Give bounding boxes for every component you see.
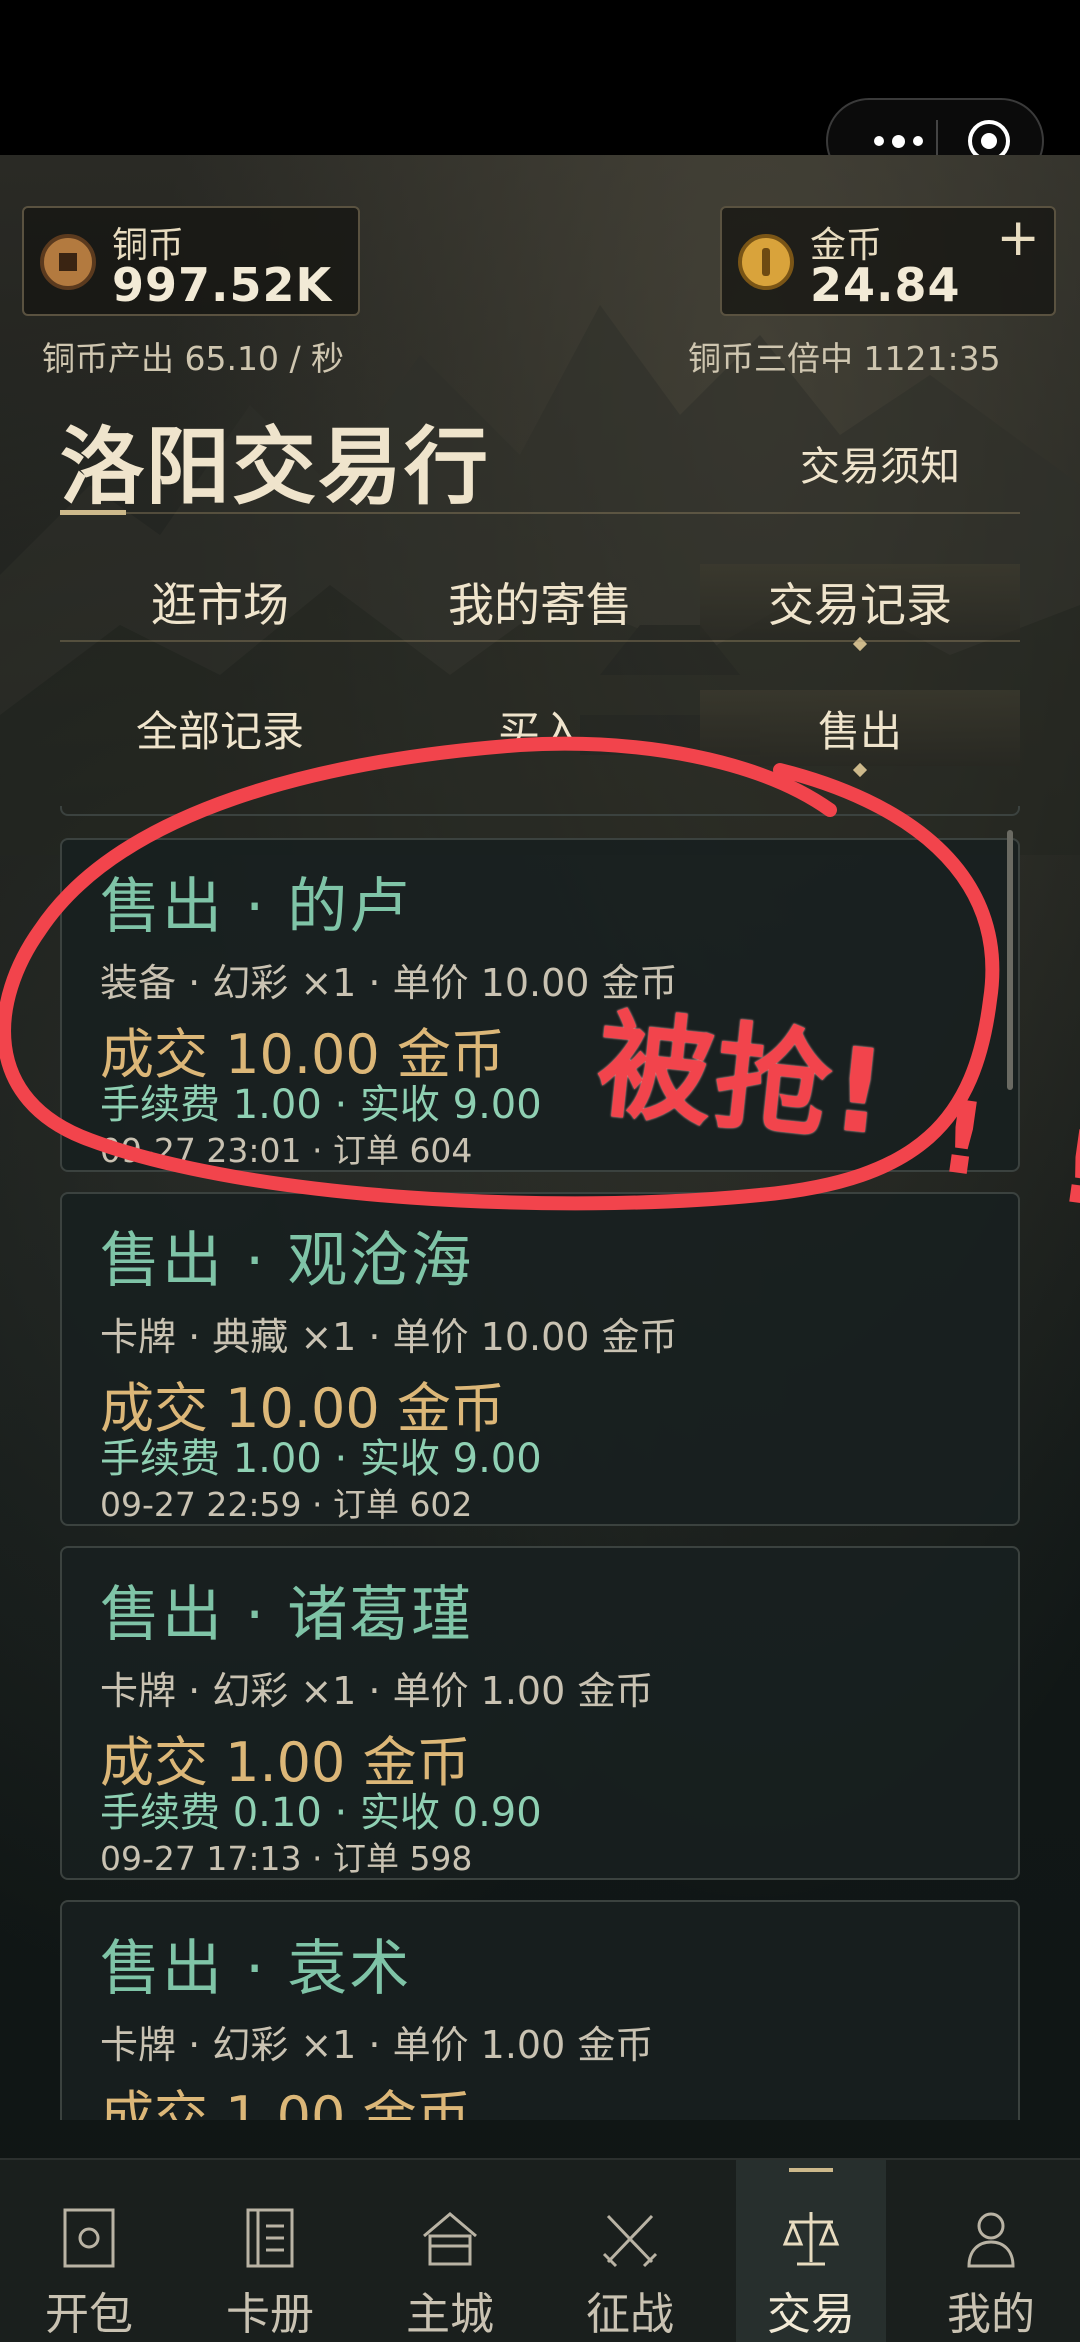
record-meta: 09-27 22:59 · 订单 602: [100, 1485, 473, 1524]
record-detail: 卡牌 · 幻彩 ×1 · 单价 1.00 金币: [100, 2023, 654, 2067]
record-meta: 09-27 17:13 · 订单 598: [100, 1839, 473, 1878]
record-title: 售出 · 诸葛瑾: [100, 1580, 474, 1650]
nav-item-battle[interactable]: 征战: [555, 2160, 705, 2342]
nav-item-album[interactable]: 卡册: [195, 2160, 345, 2342]
sub-tabs: 全部记录 买入 售出: [60, 690, 1020, 766]
record-detail: 装备 · 幻彩 ×1 · 单价 10.00 金币: [100, 961, 678, 1005]
record-card[interactable]: 售出 · 观沧海 卡牌 · 典藏 ×1 · 单价 10.00 金币 成交 10.…: [60, 1192, 1020, 1526]
subtab-sell[interactable]: 售出: [700, 690, 1020, 766]
scale-icon: [782, 2212, 840, 2266]
record-card[interactable]: 售出 · 诸葛瑾 卡牌 · 幻彩 ×1 · 单价 1.00 金币 成交 1.00…: [60, 1546, 1020, 1880]
copper-production: 铜币产出 65.10 / 秒: [42, 339, 345, 378]
nav-label: 卡册: [226, 2289, 314, 2340]
copper-coin-icon: [40, 234, 96, 290]
bottom-nav: 开包 卡册 主城 征战 交易 我的: [0, 2158, 1080, 2342]
nav-label: 我的: [947, 2289, 1035, 2340]
nav-item-trade[interactable]: 交易: [736, 2160, 886, 2342]
gold-value: 24.84: [810, 258, 961, 312]
record-detail: 卡牌 · 幻彩 ×1 · 单价 1.00 金币: [100, 1669, 654, 1713]
record-card[interactable]: 售出 · 袁术 卡牌 · 幻彩 ×1 · 单价 1.00 金币 成交 1.00 …: [60, 1900, 1020, 2120]
record-meta: 09-27 23:01 · 订单 604: [100, 1131, 473, 1170]
record-fee: 手续费 1.00 · 实收 9.00: [100, 1082, 542, 1128]
record-detail: 卡牌 · 典藏 ×1 · 单价 10.00 金币: [100, 1315, 678, 1359]
subtab-all[interactable]: 全部记录: [60, 690, 380, 766]
annotation-text: 被抢!: [590, 997, 895, 1162]
title-divider: [60, 512, 1020, 514]
tabs-divider: [60, 640, 1020, 642]
tab-my-consignment[interactable]: 我的寄售: [380, 564, 700, 640]
nav-label: 交易: [767, 2289, 855, 2340]
record-title: 售出 · 袁术: [100, 1934, 412, 2004]
nav-item-city[interactable]: 主城: [375, 2160, 525, 2342]
page-title: 洛阳交易行: [60, 417, 491, 516]
record-title: 售出 · 的卢: [100, 872, 412, 942]
record-fee: 手续费 1.00 · 实收 9.00: [100, 1436, 542, 1482]
title-accent: [60, 510, 126, 515]
city-icon: [423, 2212, 477, 2266]
record-title: 售出 · 观沧海: [100, 1226, 474, 1296]
copper-value: 997.52K: [112, 258, 333, 312]
nav-item-me[interactable]: 我的: [916, 2160, 1066, 2342]
add-gold-button[interactable]: +: [996, 212, 1040, 264]
subtab-buy[interactable]: 买入: [380, 690, 700, 766]
record-fee: 手续费 0.10 · 实收 0.90: [100, 1790, 542, 1836]
tab-trade-records[interactable]: 交易记录: [700, 564, 1020, 640]
tab-market[interactable]: 逛市场: [60, 564, 380, 640]
nav-label: 主城: [406, 2289, 494, 2340]
user-icon: [967, 2212, 1015, 2268]
nav-label: 征战: [586, 2289, 674, 2340]
battle-icon: [602, 2214, 658, 2268]
nav-label: 开包: [45, 2289, 133, 2340]
copper-coin-panel: 铜币 997.52K: [22, 206, 360, 316]
copper-bonus-timer: 铜币三倍中 1121:35: [688, 339, 1001, 378]
nav-item-pack[interactable]: 开包: [14, 2160, 164, 2342]
gold-coin-icon: [738, 234, 794, 290]
list-scrollbar[interactable]: [1007, 830, 1013, 1090]
trade-notice-link[interactable]: 交易须知: [800, 434, 960, 492]
record-deal: 成交 1.00 金币: [100, 2085, 471, 2120]
gold-coin-panel: 金币 24.84 +: [720, 206, 1056, 316]
active-nav-indicator: [789, 2168, 833, 2172]
main-tabs: 逛市场 我的寄售 交易记录: [60, 564, 1020, 640]
album-icon: [246, 2208, 294, 2268]
pack-icon: [63, 2208, 115, 2268]
